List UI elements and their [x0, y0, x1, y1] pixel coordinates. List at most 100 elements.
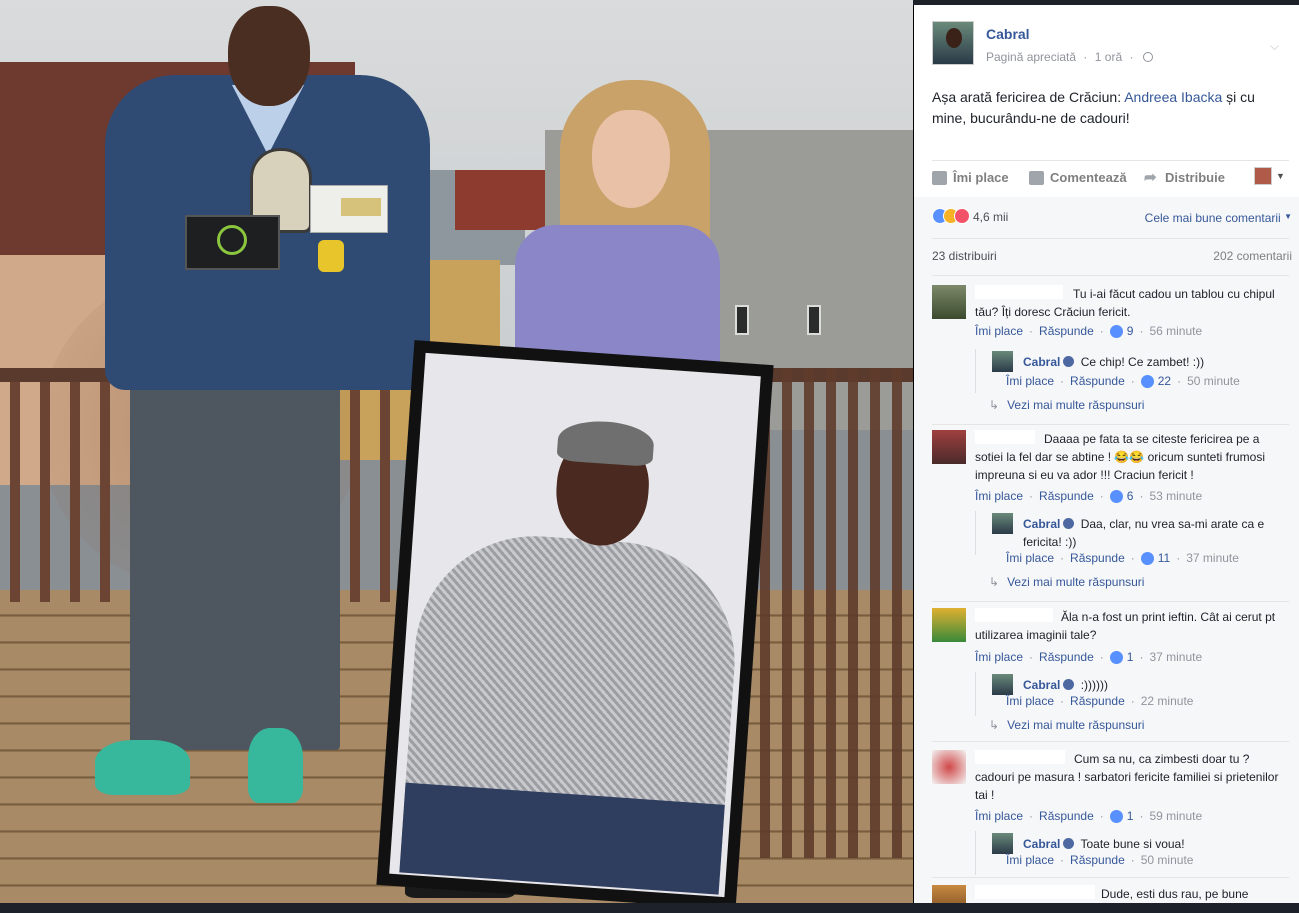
comment-time[interactable]: 53 minute — [1149, 489, 1202, 503]
reply-like-button[interactable]: Îmi place — [1006, 694, 1054, 708]
reply-like-count[interactable]: 11 — [1158, 551, 1170, 565]
like-count-icon — [1140, 551, 1154, 565]
author-name[interactable]: Cabral — [986, 26, 1030, 42]
reply-author-avatar[interactable] — [992, 513, 1013, 534]
caret-down-icon[interactable]: ▼ — [1276, 171, 1285, 181]
comment-like-button[interactable]: Îmi place — [975, 809, 1023, 823]
liked-page-label: Pagină apreciată — [986, 50, 1077, 64]
photo-watch — [318, 240, 344, 272]
reply-like-button[interactable]: Îmi place — [1006, 374, 1054, 388]
reply-author-name[interactable]: Cabral — [1023, 355, 1060, 369]
comment-reply-button[interactable]: Răspunde — [1039, 489, 1094, 503]
reply-author-avatar[interactable] — [992, 833, 1013, 854]
verified-badge-icon — [1063, 356, 1075, 367]
comment-like-button[interactable]: Îmi place — [975, 650, 1023, 664]
comment-like-count[interactable]: 1 — [1127, 650, 1134, 664]
reply-reply-button[interactable]: Răspunde — [1070, 551, 1125, 565]
rail-bar — [40, 382, 50, 602]
comment-button[interactable]: Comentează — [1029, 170, 1127, 185]
comment-time[interactable]: 56 minute — [1149, 324, 1202, 338]
comment-like-button[interactable]: Îmi place — [975, 324, 1023, 338]
shares-count[interactable]: 23 distribuiri — [932, 249, 997, 263]
reply-like-button[interactable]: Îmi place — [1006, 551, 1054, 565]
reply-author-name[interactable]: Cabral — [1023, 837, 1060, 851]
comment-like-button[interactable]: Îmi place — [975, 489, 1023, 503]
author-avatar[interactable] — [932, 21, 974, 65]
reply-body: Ce chip! Ce zambet! :)) — [1080, 355, 1205, 369]
reply-arrow-icon: ↳ — [989, 575, 1000, 589]
comment-like-count[interactable]: 6 — [1127, 489, 1134, 503]
view-more-replies-label: Vezi mai multe răspunsuri — [1007, 575, 1145, 589]
reply-time[interactable]: 50 minute — [1187, 374, 1240, 388]
view-more-replies[interactable]: ↳ Vezi mai multe răspunsuri — [989, 398, 1144, 412]
like-count-icon — [1109, 809, 1123, 823]
reactions-summary[interactable]: 4,6 mii Cele mai bune comentarii ▼ — [932, 208, 1292, 228]
comment-text: Daaaa pe fata ta se citeste fericirea pe… — [975, 432, 1265, 482]
rail-bar — [70, 382, 80, 602]
photo-window — [807, 305, 821, 335]
reply-reply-button[interactable]: Răspunde — [1070, 374, 1125, 388]
bottom-bar — [0, 903, 1299, 913]
like-button[interactable]: Îmi place — [932, 170, 1009, 185]
viewer-avatar[interactable] — [1254, 167, 1272, 185]
comment-icon — [1029, 170, 1044, 185]
reply-arrow-icon: ↳ — [989, 718, 1000, 732]
comment-time[interactable]: 37 minute — [1149, 650, 1202, 664]
comment-reply-button[interactable]: Răspunde — [1039, 324, 1094, 338]
photo-gadget-speaker — [185, 215, 280, 270]
comment-like-count[interactable]: 1 — [1127, 809, 1134, 823]
reply-reply-button[interactable]: Răspunde — [1070, 853, 1125, 867]
reply-time[interactable]: 37 minute — [1186, 551, 1239, 565]
meta-separator: · — [1083, 50, 1088, 64]
reply-author-avatar[interactable] — [992, 674, 1013, 695]
speaker-ring — [217, 225, 247, 255]
commenter-avatar[interactable] — [932, 285, 966, 319]
reply-text: Cabral :)))))) — [1023, 676, 1273, 694]
photo-window — [735, 305, 749, 335]
commenter-avatar[interactable] — [932, 430, 966, 464]
reply-actions: Îmi place · Răspunde · 22 minute — [1006, 694, 1194, 708]
view-more-replies[interactable]: ↳ Vezi mai multe răspunsuri — [989, 718, 1144, 732]
commenter-avatar[interactable] — [932, 608, 966, 642]
photo-railing-side — [760, 368, 913, 858]
view-more-replies-label: Vezi mai multe răspunsuri — [1007, 718, 1145, 732]
comment-time[interactable]: 59 minute — [1149, 809, 1202, 823]
post-header: Cabral Pagină apreciată · 1 oră · ⌵ — [932, 21, 1292, 71]
comment-sort-dropdown[interactable]: Cele mai bune comentarii ▼ — [1145, 211, 1292, 225]
thumbs-up-icon — [932, 170, 947, 185]
post-photo[interactable] — [0, 0, 913, 913]
comment-like-count[interactable]: 9 — [1127, 324, 1134, 338]
reply-author-name[interactable]: Cabral — [1023, 517, 1060, 531]
reply-time[interactable]: 50 minute — [1141, 853, 1194, 867]
post-text-start: Așa arată fericirea de Crăciun: — [932, 89, 1125, 105]
comment-actions: Îmi place · Răspunde · 1 · 37 minute — [975, 650, 1203, 664]
reply-body: Toate bune si voua! — [1080, 837, 1185, 851]
comments-count[interactable]: 202 comentarii — [1213, 249, 1292, 263]
photo-man-head — [228, 6, 310, 106]
portrait-cap — [556, 418, 656, 468]
reply-author-name[interactable]: Cabral — [1023, 678, 1060, 692]
reply-like-count[interactable]: 22 — [1158, 374, 1171, 388]
comment-reply-button[interactable]: Răspunde — [1039, 809, 1094, 823]
post-timestamp[interactable]: 1 oră — [1095, 50, 1122, 64]
comment-reply-button[interactable]: Răspunde — [1039, 650, 1094, 664]
reply-author-avatar[interactable] — [992, 351, 1013, 372]
view-more-replies[interactable]: ↳ Vezi mai multe răspunsuri — [989, 575, 1144, 589]
verified-badge-icon — [1063, 518, 1075, 529]
chevron-down-icon[interactable]: ⌵ — [1270, 39, 1284, 53]
comment-text: Ăla n-a fost un print ieftin. Cât ai cer… — [975, 610, 1276, 642]
reply-time[interactable]: 22 minute — [1141, 694, 1194, 708]
commenter-avatar[interactable] — [932, 750, 966, 784]
photo-shoe — [248, 728, 303, 803]
share-button[interactable]: ➦ Distribuie — [1144, 170, 1225, 186]
reply-reply-button[interactable]: Răspunde — [1070, 694, 1125, 708]
divider — [932, 238, 1289, 239]
comment-text: Dude, esti dus rau, pe bune — [1101, 887, 1249, 901]
tagged-person-link[interactable]: Andreea Ibacka — [1124, 89, 1222, 105]
view-more-replies-label: Vezi mai multe răspunsuri — [1007, 398, 1145, 412]
meta-separator: · — [1129, 50, 1134, 64]
reply-like-button[interactable]: Îmi place — [1006, 853, 1054, 867]
reply-text: Cabral Ce chip! Ce zambet! :)) — [1023, 353, 1273, 371]
divider — [932, 275, 1289, 276]
post-panel: Cabral Pagină apreciată · 1 oră · ⌵ Așa … — [914, 5, 1299, 913]
